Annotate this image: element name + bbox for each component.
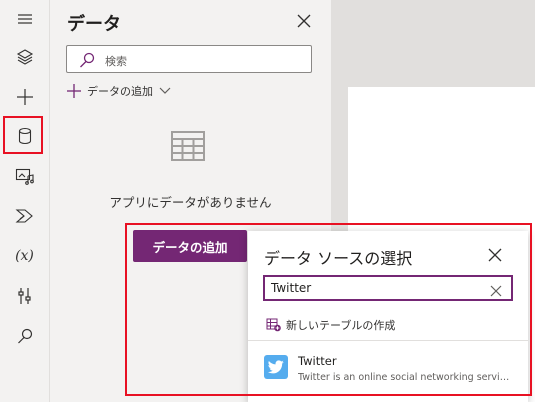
plus-icon[interactable] — [0, 78, 49, 116]
search-icon — [79, 52, 95, 72]
search-placeholder: 検索 — [105, 55, 127, 68]
power-automate-icon[interactable] — [0, 197, 49, 235]
left-rail: (x) — [0, 0, 50, 402]
result-description: Twitter is an online social networking s… — [298, 372, 514, 383]
variables-label: (x) — [15, 248, 34, 264]
clear-icon[interactable] — [490, 282, 502, 301]
hamburger-menu-icon[interactable] — [0, 0, 49, 38]
active-highlight-box — [3, 116, 43, 154]
popup-title: データ ソースの選択 — [264, 249, 413, 268]
empty-state-message: アプリにデータがありません — [109, 195, 272, 210]
create-new-table-label: 新しいテーブルの作成 — [286, 319, 396, 332]
twitter-bird-icon — [264, 355, 288, 379]
advanced-tools-icon[interactable] — [0, 277, 49, 315]
layers-icon[interactable] — [0, 38, 49, 76]
close-icon[interactable] — [294, 11, 314, 31]
add-table-icon — [266, 318, 281, 332]
divider — [248, 340, 528, 341]
search-input[interactable]: 検索 — [66, 45, 312, 73]
data-source-popup: データ ソースの選択 Twitter 新しいテーブルの作成 Twitter Tw… — [248, 231, 528, 402]
search-icon[interactable] — [0, 317, 49, 355]
search-value: Twitter — [271, 281, 312, 295]
media-icon[interactable] — [0, 157, 49, 195]
add-data-link-label: データの追加 — [87, 85, 153, 98]
chevron-down-icon — [159, 87, 171, 94]
table-icon — [171, 131, 205, 165]
list-item[interactable]: Twitter Twitter is an online social netw… — [248, 348, 528, 388]
result-name: Twitter — [298, 354, 337, 368]
add-data-dropdown[interactable]: データの追加 — [67, 82, 171, 100]
create-new-table-button[interactable]: 新しいテーブルの作成 — [266, 317, 395, 333]
close-icon[interactable] — [488, 247, 502, 266]
plus-icon — [67, 84, 81, 98]
panel-title: データ — [67, 14, 121, 35]
data-source-search-input[interactable]: Twitter — [263, 275, 513, 301]
variables-icon[interactable]: (x) — [0, 237, 49, 275]
add-data-button[interactable]: データの追加 — [133, 230, 247, 262]
